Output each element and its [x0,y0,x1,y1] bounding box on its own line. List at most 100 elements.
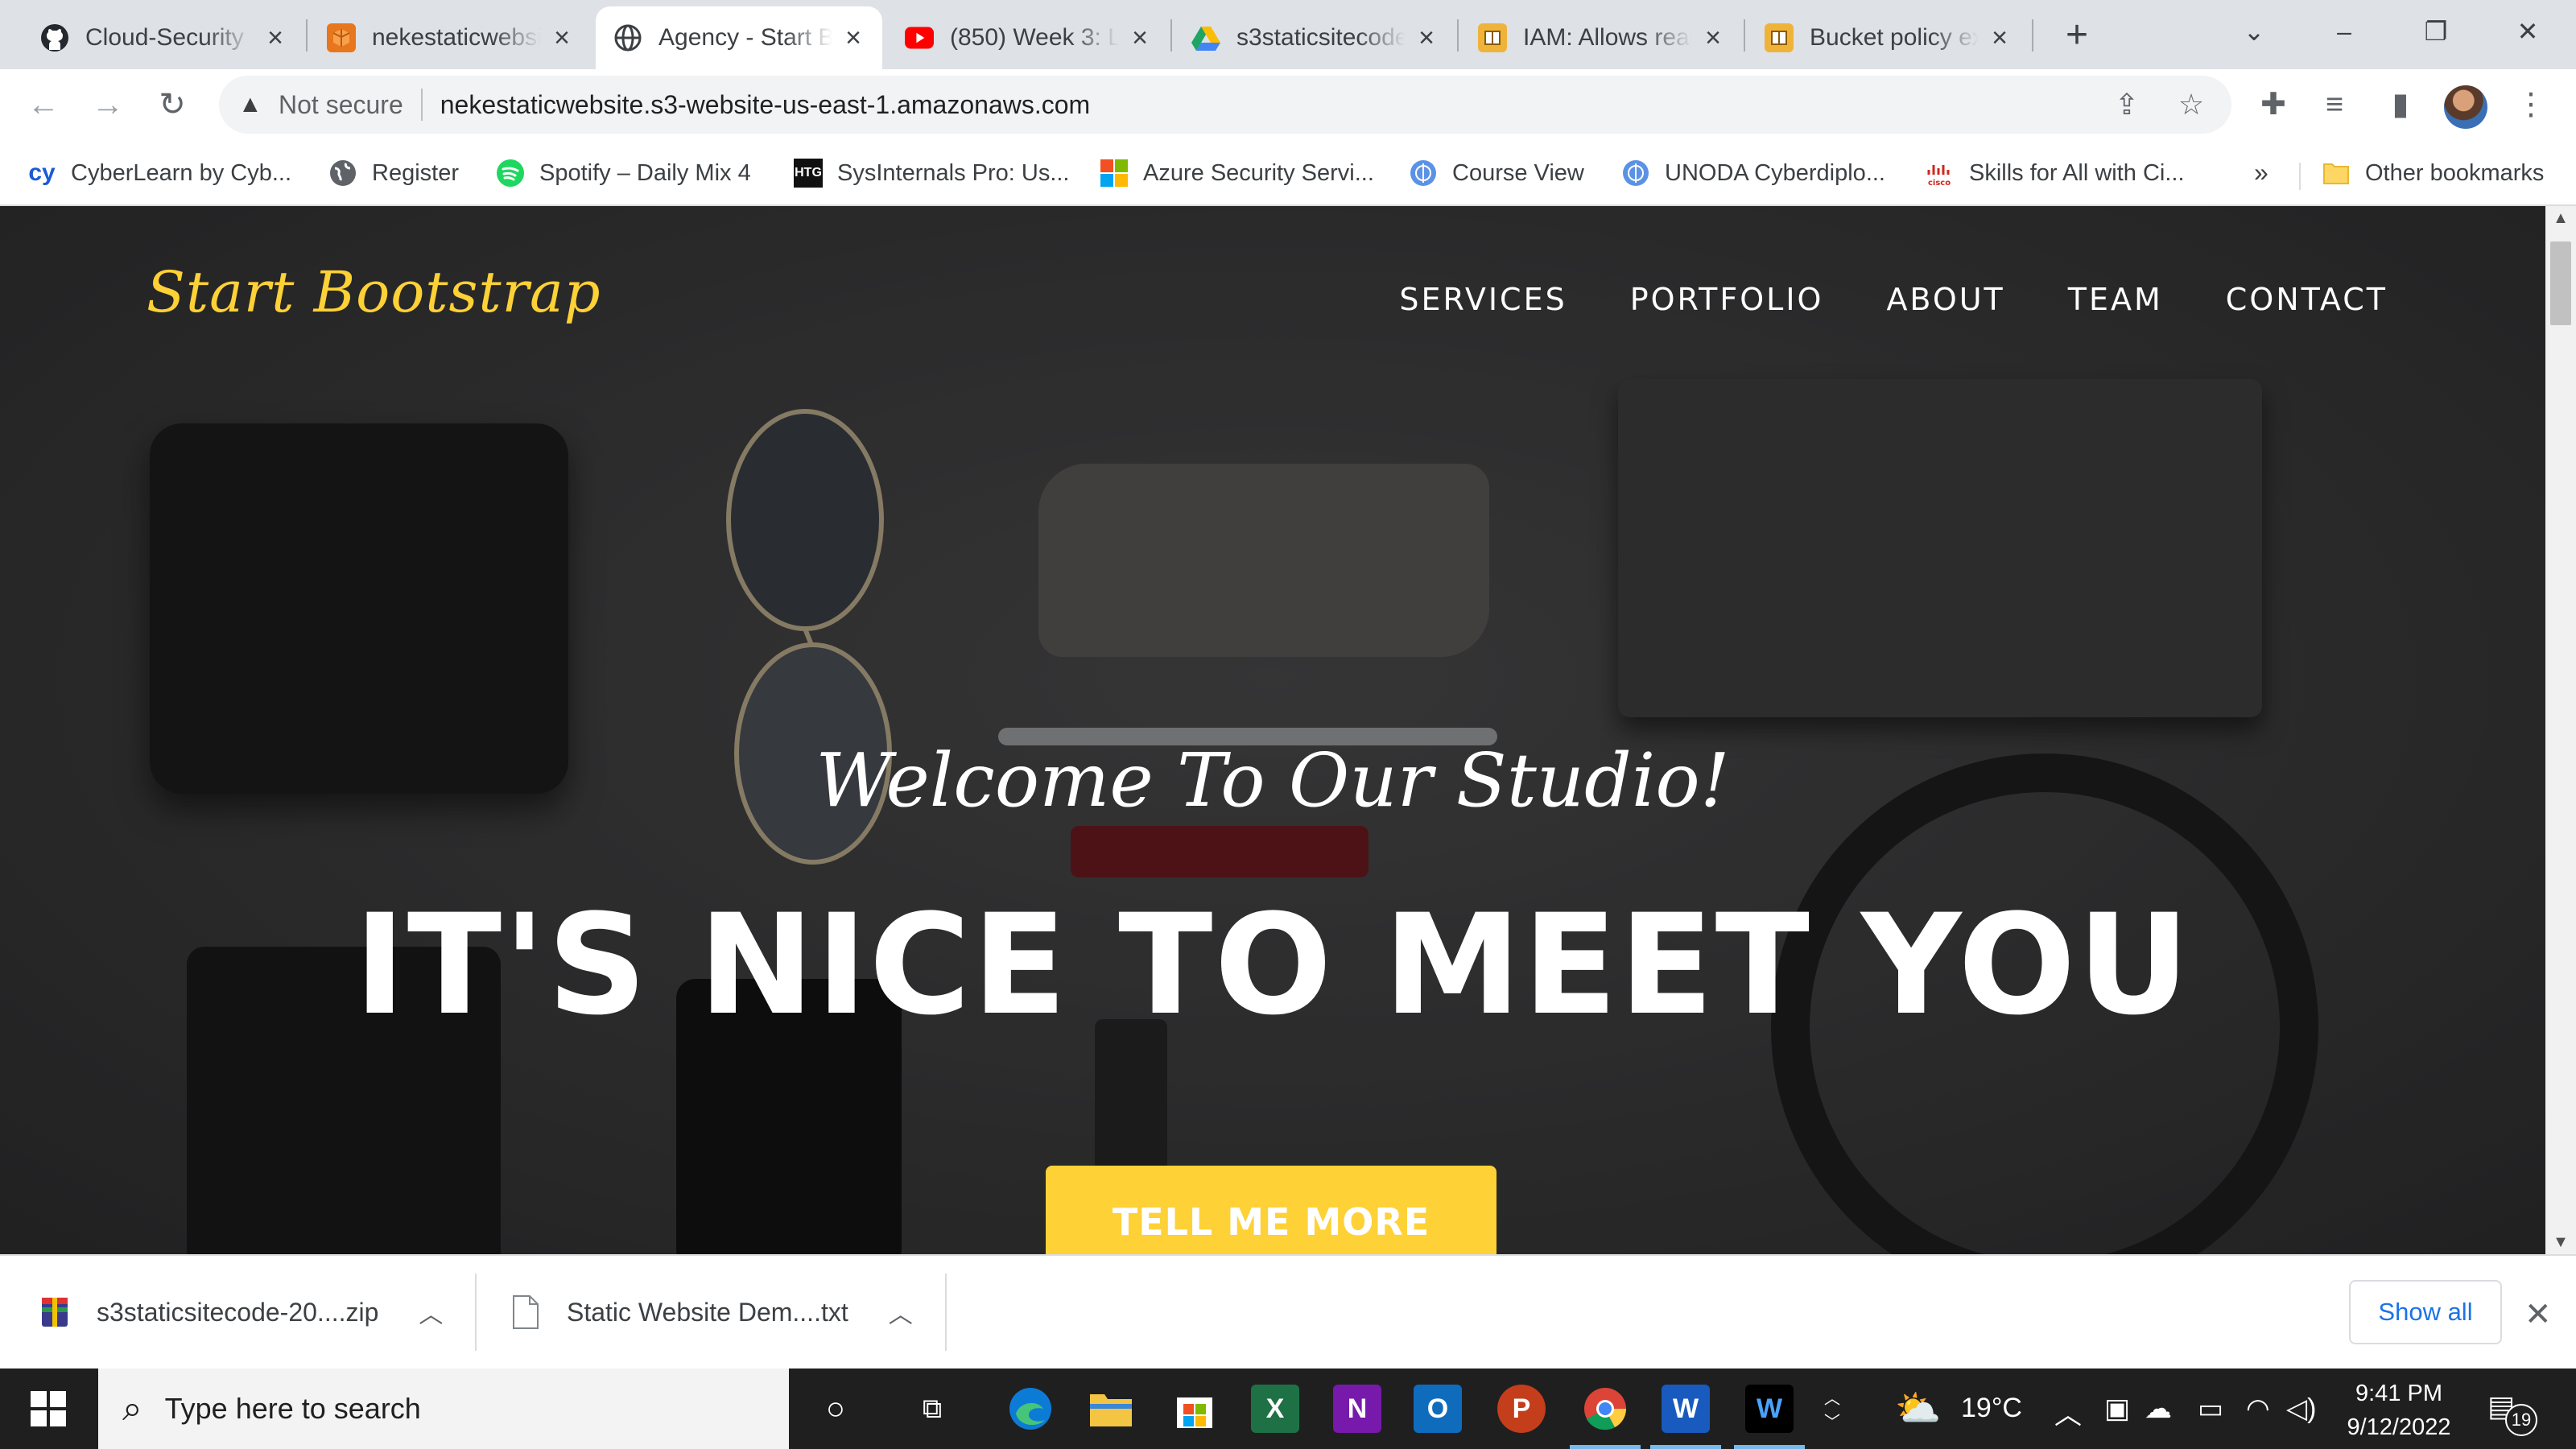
chrome-icon[interactable] [1581,1385,1629,1433]
cortana-icon[interactable]: ○ [811,1385,860,1433]
address-bar[interactable]: ▲ Not secure nekestaticwebsite.s3-websit… [219,76,2231,134]
task-view-icon[interactable]: ⧉ [908,1385,956,1433]
warning-icon[interactable]: ▲ [238,91,267,118]
security-status[interactable]: Not secure [279,90,403,120]
side-panel-icon[interactable]: ▮ [2381,85,2420,124]
tab-title: IAM: Allows read [1523,24,1692,52]
powerpoint-icon[interactable]: P [1497,1385,1546,1433]
active-app-indicator [1570,1445,1641,1449]
close-window-button[interactable]: ✕ [2504,11,2552,52]
close-tab-icon[interactable]: × [1987,24,2013,52]
volume-icon[interactable]: ◁) [2286,1393,2316,1425]
tell-me-more-button[interactable]: TELL ME MORE [1046,1166,1496,1254]
close-tab-icon[interactable]: × [549,24,575,52]
tab-title: (850) Week 3: Lab [950,24,1119,52]
brand-logo[interactable]: Start Bootstrap [147,259,601,325]
download-filename: s3staticsitecode-20....zip [97,1297,379,1327]
tab[interactable]: Bucket policy examples × [1747,6,2029,69]
media-queue-icon[interactable]: ≡ [2315,85,2354,124]
excel-icon[interactable]: X [1251,1385,1299,1433]
close-tab-icon[interactable]: × [1700,24,1726,52]
share-icon[interactable]: ⇪ [2111,89,2143,121]
close-tab-icon[interactable]: × [1414,24,1439,52]
windows-start-icon[interactable] [31,1391,66,1426]
scroll-down-arrow-icon[interactable]: ▼ [2545,1230,2576,1254]
bookmark-item[interactable]: cisco Skills for All with Ci... [1926,155,2185,192]
restore-button[interactable]: ❐ [2412,11,2460,52]
tab-title: Cloud-Security [85,24,254,52]
scroll-up-arrow-icon[interactable]: ▲ [2545,206,2576,230]
back-button[interactable]: ← [21,82,66,127]
bookmark-item[interactable]: Register [328,155,459,192]
taskbar-search-box[interactable]: ⌕ Type here to search [98,1368,789,1449]
nav-link-about[interactable]: ABOUT [1886,282,2004,317]
nav-link-team[interactable]: TEAM [2068,282,2163,317]
weather-cloudy-sun-icon[interactable]: ⛅ [1895,1386,1941,1430]
microsoft-icon [1100,159,1129,188]
battery-icon[interactable]: ▭ [2198,1393,2223,1425]
bookmark-item[interactable]: Course View [1409,155,1584,192]
bookmark-item[interactable]: cy CyberLearn by Cyb... [27,155,291,192]
close-tab-icon[interactable]: × [1127,24,1153,52]
extensions-puzzle-icon[interactable]: ✚ [2254,85,2293,124]
more-menu-icon[interactable]: ⋮ [2512,85,2550,124]
new-tab-button[interactable]: + [2058,16,2096,56]
close-icon[interactable]: ✕ [2524,1296,2552,1333]
outlook-icon[interactable]: O [1414,1385,1462,1433]
notification-count-badge: 19 [2505,1404,2537,1436]
microsoft-store-icon[interactable] [1170,1385,1219,1433]
download-item[interactable]: s3staticsitecode-20....zip ︿ [40,1280,443,1344]
file-explorer-icon[interactable] [1087,1385,1135,1433]
meet-now-icon[interactable]: ▣ [2104,1393,2130,1425]
profile-avatar[interactable] [2444,85,2487,129]
wifi-icon[interactable]: ◠ [2246,1393,2270,1425]
tab-active[interactable]: Agency - Start Bootstrap × [596,6,882,69]
bookmarks-overflow-button[interactable]: » [2254,158,2268,188]
folder-icon [2322,159,2351,188]
page-viewport: Start Bootstrap SERVICES PORTFOLIO ABOUT… [0,206,2545,1254]
webex-icon[interactable]: W [1745,1385,1794,1433]
url-text[interactable]: nekestaticwebsite.s3-website-us-east-1.a… [440,90,1090,120]
scrollbar-thumb[interactable] [2550,242,2571,325]
close-tab-icon[interactable]: × [262,24,288,52]
nav-link-contact[interactable]: CONTACT [2226,282,2388,317]
bookmark-item[interactable]: Azure Security Servi... [1100,155,1374,192]
tab[interactable]: IAM: Allows read × [1460,6,1742,69]
forward-button[interactable]: → [85,82,130,127]
download-item[interactable]: Static Website Dem....txt ︿ [510,1280,913,1344]
word-icon[interactable]: W [1662,1385,1710,1433]
tab[interactable]: s3staticsitecode × [1174,6,1455,69]
show-all-button[interactable]: Show all [2349,1280,2502,1344]
htg-icon: HTG [794,159,823,188]
page-scrollbar[interactable]: ▲ ▼ [2545,206,2576,1254]
chevron-up-icon[interactable]: ︿ [419,1294,443,1330]
tab-title: Bucket policy examples [1810,24,1979,52]
close-tab-icon[interactable]: × [840,24,866,52]
system-clock[interactable]: 9:41 PM 9/12/2022 [2326,1377,2471,1444]
nav-link-services[interactable]: SERVICES [1399,282,1567,317]
chevron-up-icon[interactable]: ︿ [889,1294,913,1330]
show-hidden-icons-chevron-icon[interactable]: ︿ [2054,1393,2082,1432]
tab-search-chevron-icon[interactable]: ⌄ [2230,11,2278,52]
browser-toolbar: ← → ↻ ▲ Not secure nekestaticwebsite.s3-… [0,69,2576,140]
tab[interactable]: nekestaticwebsite × [309,6,591,69]
tab[interactable]: Cloud-Security × [23,6,304,69]
minimize-button[interactable]: – [2320,11,2368,52]
notification-center-icon[interactable]: ▤ 19 [2487,1389,2537,1436]
reload-button[interactable]: ↻ [150,82,195,127]
bookmark-item[interactable]: HTG SysInternals Pro: Us... [794,155,1070,192]
taskbar-overflow-chevron-icon[interactable]: ︿ ﹀ [1816,1385,1848,1433]
download-separator [475,1274,477,1351]
bookmark-item[interactable]: Spotify – Daily Mix 4 [496,155,751,192]
weather-temperature[interactable]: 19°C [1961,1393,2022,1424]
onenote-icon[interactable]: N [1333,1385,1381,1433]
un-emblem-icon [1409,159,1438,188]
bookmark-label: SysInternals Pro: Us... [837,159,1070,186]
edge-icon[interactable] [1006,1385,1055,1433]
bookmark-item[interactable]: UNODA Cyberdiplo... [1621,155,1885,192]
other-bookmarks-folder[interactable]: Other bookmarks [2322,155,2544,192]
bookmark-star-icon[interactable]: ☆ [2175,89,2207,121]
tab[interactable]: (850) Week 3: Lab × [887,6,1169,69]
nav-link-portfolio[interactable]: PORTFOLIO [1630,282,1824,317]
onedrive-cloud-icon[interactable]: ☁ [2145,1393,2172,1425]
